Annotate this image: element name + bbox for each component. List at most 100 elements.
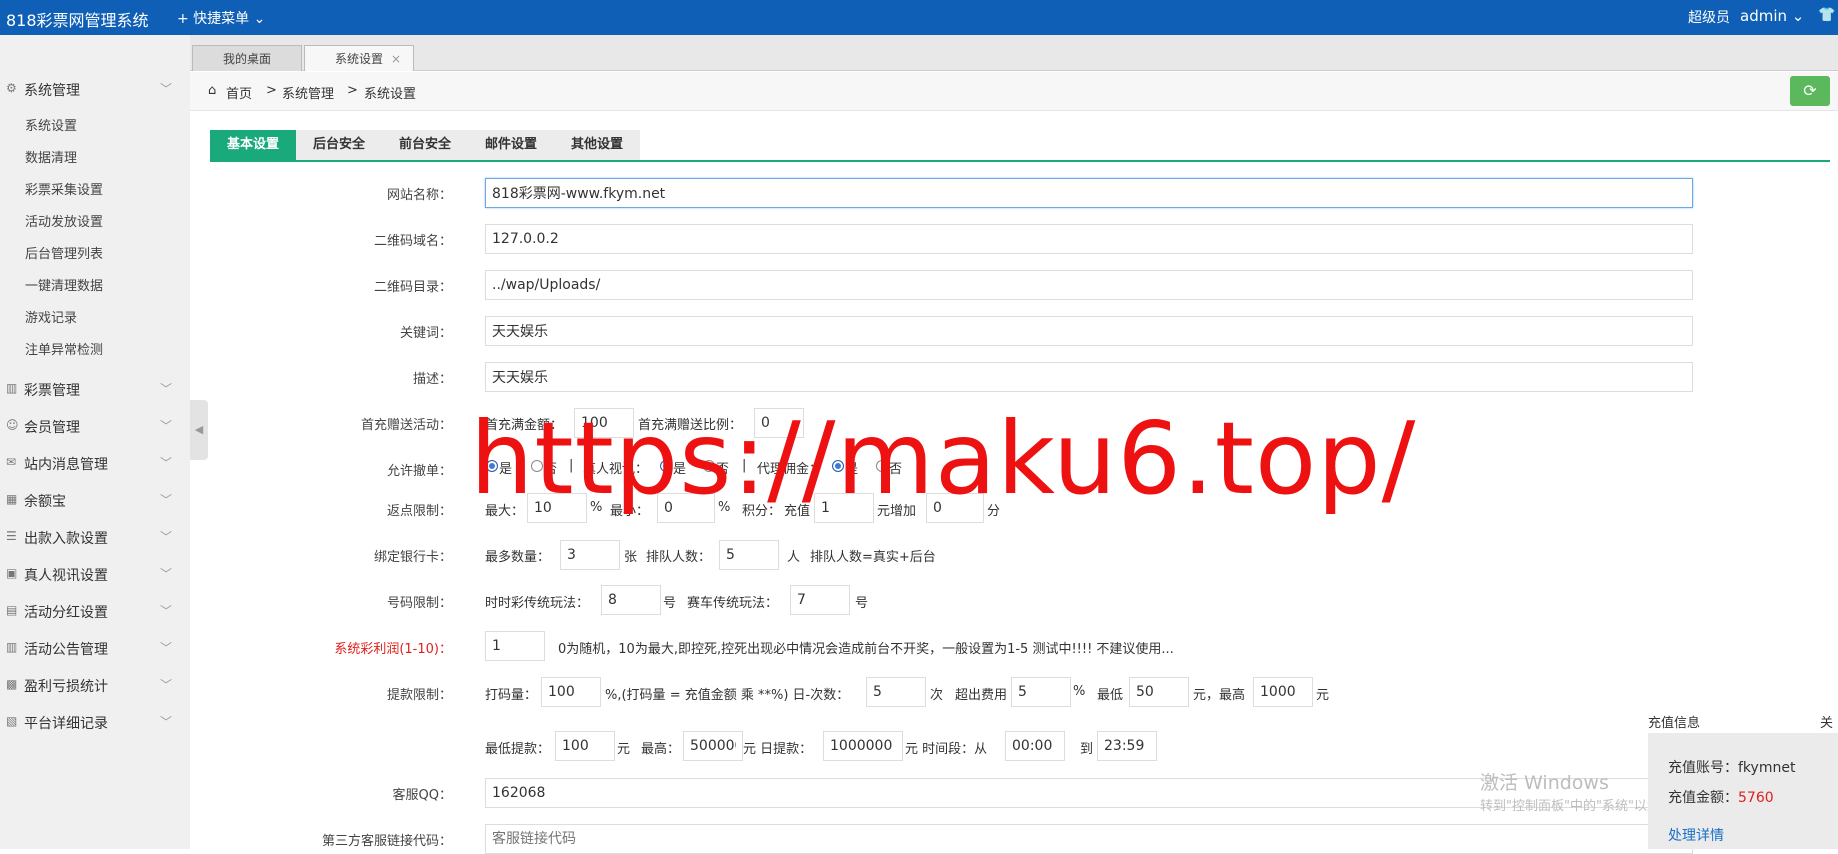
recharge-panel: 充值账号：fkymnet 充值金额：5760 处理详情 [1648,733,1838,849]
chart-icon: ▥ [6,381,18,395]
skin-icon[interactable]: 👕 [1818,7,1835,23]
min-withdraw-input[interactable] [555,731,615,761]
sidebar-item-system-settings[interactable]: 系统设置 [25,115,77,134]
sidebar-group-label: 活动分红设置 [24,605,108,621]
tab-basic[interactable]: 基本设置 [210,130,296,160]
chevron-down-icon: ﹀ [160,82,173,96]
quick-menu-button[interactable]: + 快捷菜单 ⌄ [177,8,265,28]
first-charge-label: 首充赠送活动： [360,418,452,433]
keywords-input[interactable] [485,316,1693,346]
qr-domain-input[interactable] [485,224,1693,254]
system-profit-note: 0为随机，10为最大,即控死,控死出现必中情况会造成前台不开奖，一般设置为1-5… [558,642,1174,657]
sidebar-group-label: 会员管理 [24,420,80,436]
sidebar-group-lottery[interactable]: ▥ 彩票管理 ﹀ [0,374,190,404]
sidebar-group-notice[interactable]: ▥ 活动公告管理 ﹀ [0,633,190,663]
table-icon: ▤ [6,603,18,617]
fee-input[interactable] [1011,677,1071,707]
percent-unit: % [1073,684,1086,699]
sidebar-group-label: 出款入款设置 [24,531,108,547]
breadcrumb-separator: > [347,83,358,98]
day-withdraw-input[interactable] [823,731,903,761]
chevron-down-icon: ﹀ [160,567,173,581]
tab-mail[interactable]: 邮件设置 [468,130,554,160]
keywords-label: 关键词： [399,326,452,341]
recharge-panel-title: 充值信息 [1648,716,1701,731]
tab-desktop[interactable]: 我的桌面 [192,45,302,71]
sidebar-item-activity-settings[interactable]: 活动发放设置 [25,211,103,230]
withdraw-times-input[interactable] [866,677,926,707]
sidebar-group-live[interactable]: ▣ 真人视讯设置 ﹀ [0,559,190,589]
breadcrumb-level2: 系统设置 [364,87,417,102]
race-input[interactable] [790,585,850,615]
third-party-input[interactable] [485,824,1693,854]
sidebar-item-admin-list[interactable]: 后台管理列表 [25,243,103,262]
number-limit-label: 号码限制： [386,596,452,611]
sidebar-group-profit[interactable]: ▩ 盈利亏损统计 ﹀ [0,670,190,700]
recharge-account-row: 充值账号：fkymnet [1668,757,1795,777]
sidebar-item-data-clean[interactable]: 数据清理 [25,147,77,166]
sidebar-item-bet-anomaly[interactable]: 注单异常检测 [25,339,103,358]
sidebar-group-yuebao[interactable]: ▦ 余额宝 ﹀ [0,485,190,515]
withdraw-max-input[interactable] [1253,677,1313,707]
sidebar-group-label: 系统管理 [24,83,80,99]
allow-cancel-label: 允许撤单： [386,464,452,479]
breadcrumb-level1[interactable]: 系统管理 [282,83,334,102]
ssc-input[interactable] [601,585,661,615]
description-input[interactable] [485,362,1693,392]
sidebar: ⚙ 系统管理 ﹀ 系统设置 数据清理 彩票采集设置 活动发放设置 后台管理列表 … [0,35,190,849]
third-party-label: 第三方客服链接代码： [321,834,452,849]
bar-chart-icon: ▦ [6,492,18,506]
tab-other[interactable]: 其他设置 [554,130,640,160]
sidebar-group-members[interactable]: ☺ 会员管理 ﹀ [0,411,190,441]
queue-note: 排队人数=真实+后台 [810,550,936,565]
bank-max-label: 最多数量： [485,550,551,565]
process-details-link[interactable]: 处理详情 [1668,825,1724,845]
sidebar-item-game-records[interactable]: 游戏记录 [25,307,77,326]
tab-backend-security[interactable]: 后台安全 [296,130,382,160]
sidebar-group-system[interactable]: ⚙ 系统管理 ﹀ [0,74,190,104]
breadcrumb-home[interactable]: 首页 [226,83,252,102]
sidebar-group-dividend[interactable]: ▤ 活动分红设置 ﹀ [0,596,190,626]
queue-input[interactable] [719,540,779,570]
bank-max-input[interactable] [560,540,620,570]
ledger-icon: ▧ [6,714,18,728]
yuan-unit: 元 [617,742,631,757]
system-profit-label: 系统彩利润(1-10)： [334,642,452,657]
chevron-down-icon: ﹀ [160,604,173,618]
user-menu-button[interactable]: admin ⌄ [1740,7,1804,25]
bet-amount-label: 打码量： [485,688,538,703]
recharge-amount-row: 充值金额：5760 [1668,787,1774,807]
sidebar-item-lottery-collect[interactable]: 彩票采集设置 [25,179,103,198]
settings-tabs: 基本设置 后台安全 前台安全 邮件设置 其他设置 [210,130,1830,162]
close-icon[interactable]: × [391,46,401,72]
site-name-input[interactable] [485,178,1693,208]
queue-unit: 人 [787,550,801,565]
description-label: 描述： [412,372,452,387]
site-name-label: 网站名称： [386,188,452,203]
max-withdraw-input[interactable] [683,731,743,761]
withdraw-min-input[interactable] [1129,677,1189,707]
top-bar: 818彩票网管理系统 + 快捷菜单 ⌄ 超级员 admin ⌄ 👕 [0,0,1838,35]
stats-icon: ▩ [6,677,18,691]
refresh-button[interactable]: ⟳ [1790,76,1830,106]
qr-dir-input[interactable] [485,270,1693,300]
tab-system-settings[interactable]: 系统设置 × [304,45,414,71]
time-to-input[interactable] [1097,731,1157,761]
time-from-input[interactable] [1005,731,1065,761]
fee-label: 超出费用 [955,688,1008,703]
tab-label: 我的桌面 [222,52,271,66]
queue-label: 排队人数： [646,550,712,565]
sidebar-group-cash[interactable]: ☰ 出款入款设置 ﹀ [0,522,190,552]
bet-amount-input[interactable] [541,677,601,707]
bet-amount-note: %,(打码量 = 充值金额 乘 **%) 日-次数： [605,688,850,703]
system-profit-input[interactable] [485,631,545,661]
url-watermark: https://maku6.top/ [470,400,1417,517]
sidebar-group-label: 活动公告管理 [24,642,108,658]
sidebar-item-one-click-clean[interactable]: 一键清理数据 [25,275,103,294]
sidebar-group-messages[interactable]: ✉ 站内消息管理 ﹀ [0,448,190,478]
number-unit: 号 [663,596,677,611]
tab-frontend-security[interactable]: 前台安全 [382,130,468,160]
video-icon: ▣ [6,566,18,580]
sidebar-group-records[interactable]: ▧ 平台详细记录 ﹀ [0,707,190,737]
sidebar-collapse-handle[interactable]: ◀ [190,400,208,460]
